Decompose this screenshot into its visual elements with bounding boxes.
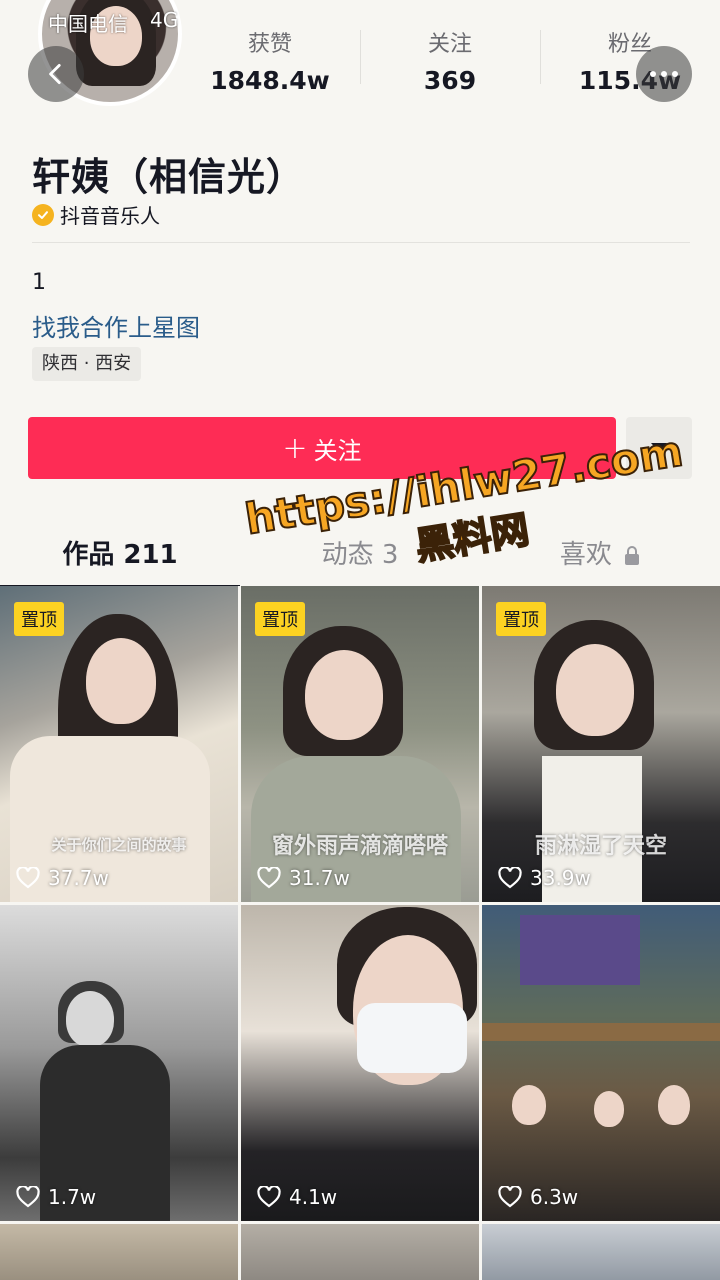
stat-value: 115.4w — [578, 66, 682, 95]
profile-name: 轩姨（相信光） — [32, 155, 306, 199]
more-button[interactable] — [636, 46, 692, 102]
video-caption: 雨淋湿了天空 — [534, 834, 667, 859]
video-likes: 33.9w — [498, 866, 591, 890]
video-likes: 31.7w — [257, 866, 350, 890]
video-thumbnail[interactable]: 置顶 窗外雨声滴滴嗒嗒 31.7w — [241, 586, 479, 902]
heart-outline-icon — [498, 867, 522, 889]
bio-text: 1 — [32, 270, 46, 295]
follow-label: 关注 — [313, 436, 362, 465]
video-thumbnail[interactable] — [0, 1224, 238, 1280]
video-thumbnail[interactable]: 置顶 雨淋湿了天空 33.9w — [482, 586, 720, 902]
heart-outline-icon — [16, 1186, 40, 1208]
collab-link[interactable]: 找我合作上星图 — [32, 308, 200, 343]
video-likes: 6.3w — [498, 1185, 578, 1209]
like-count: 6.3w — [530, 1185, 579, 1209]
divider — [32, 242, 690, 243]
tab-works[interactable]: 作品 211 — [0, 520, 240, 588]
heart-outline-icon — [257, 867, 281, 889]
pinned-badge: 置顶 — [496, 602, 546, 636]
like-count: 4.1w — [289, 1185, 338, 1209]
carrier-text: 中国电信 — [48, 12, 128, 36]
verified-badge: 抖音音乐人 — [32, 200, 160, 229]
status-bar: 中国电信 4G — [0, 0, 720, 40]
more-dots-icon — [650, 71, 678, 77]
stat-value: 1848.4w — [210, 66, 330, 95]
verified-check-icon — [32, 203, 54, 226]
video-grid: 置顶 关于你们之间的故事 37.7w 置顶 窗外雨声滴滴嗒嗒 31.7w 置顶 … — [0, 586, 720, 1280]
video-likes: 1.7w — [16, 1185, 96, 1209]
like-count: 1.7w — [48, 1185, 97, 1209]
heart-outline-icon — [498, 1186, 522, 1208]
video-thumbnail[interactable]: 置顶 关于你们之间的故事 37.7w — [0, 586, 238, 902]
video-thumbnail[interactable]: 4.1w — [241, 905, 479, 1221]
back-button[interactable] — [28, 46, 84, 102]
video-thumbnail[interactable] — [482, 1224, 720, 1280]
video-thumbnail[interactable]: 6.3w — [482, 905, 720, 1221]
like-count: 33.9w — [530, 866, 591, 890]
video-thumbnail[interactable]: 1.7w — [0, 905, 238, 1221]
location-tag: 陕西 · 西安 — [32, 347, 142, 381]
like-count: 37.7w — [48, 866, 109, 890]
pinned-badge: 置顶 — [14, 602, 64, 636]
video-caption: 窗外雨声滴滴嗒嗒 — [271, 834, 448, 859]
video-thumbnail[interactable] — [241, 1224, 479, 1280]
chevron-left-icon — [49, 63, 61, 85]
tab-label: 作品 211 — [62, 540, 178, 570]
video-likes: 4.1w — [257, 1185, 337, 1209]
stat-value: 369 — [423, 66, 477, 95]
network-text: 4G — [150, 8, 179, 32]
video-caption: 关于你们之间的故事 — [51, 836, 187, 854]
heart-outline-icon — [257, 1186, 281, 1208]
plus-icon: + — [282, 430, 308, 466]
heart-outline-icon — [16, 867, 40, 889]
video-likes: 37.7w — [16, 866, 109, 890]
verified-label: 抖音音乐人 — [60, 204, 160, 228]
like-count: 31.7w — [289, 866, 350, 890]
